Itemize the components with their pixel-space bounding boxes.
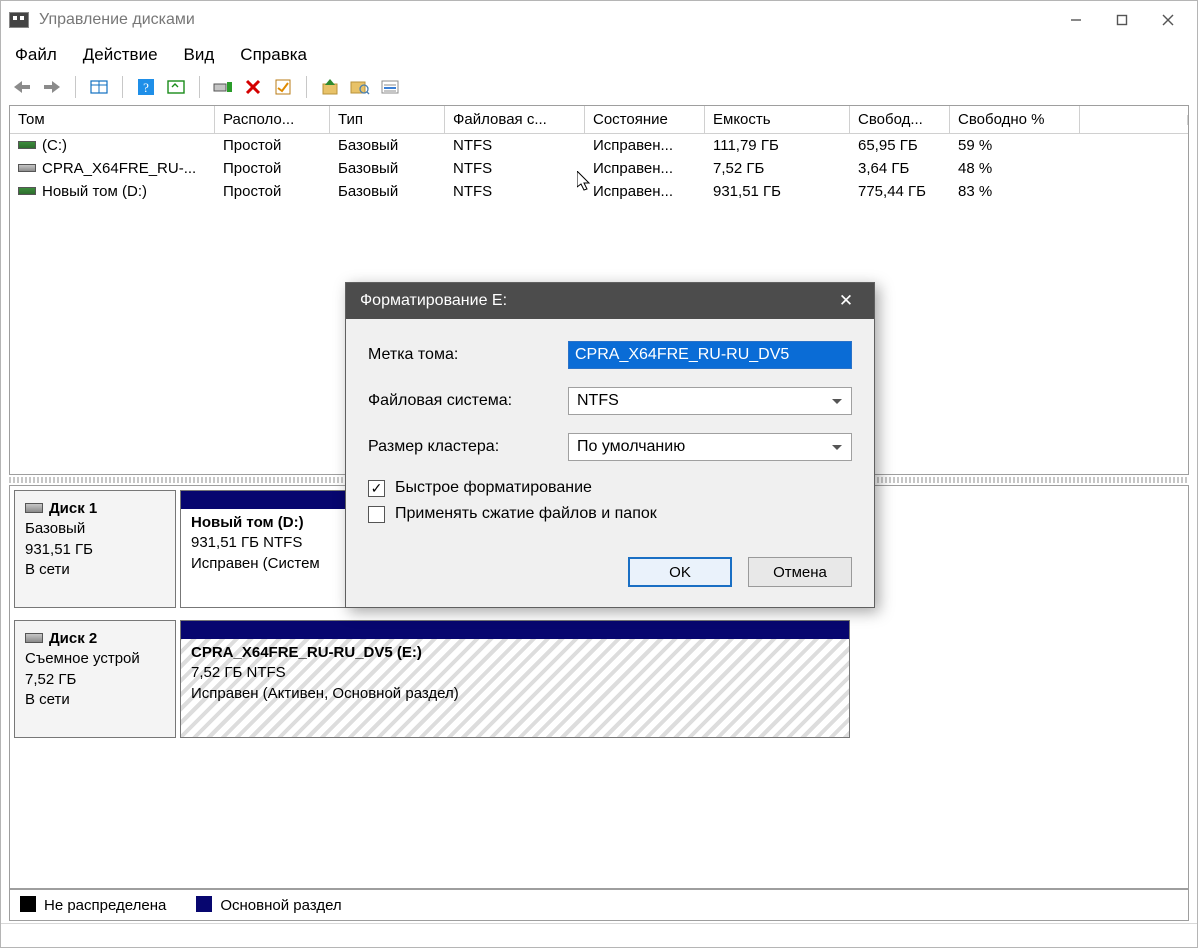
menu-view[interactable]: Вид [184, 45, 215, 65]
disk-row: Диск 2 Съемное устрой 7,52 ГБ В сети CPR… [12, 618, 1186, 748]
enable-compression-label: Применять сжатие файлов и папок [395, 505, 657, 523]
col-type[interactable]: Тип [330, 106, 445, 133]
close-button[interactable] [1145, 5, 1191, 35]
col-volume[interactable]: Том [10, 106, 215, 133]
forward-icon[interactable] [39, 75, 65, 99]
cluster-size-select[interactable]: По умолчанию [568, 433, 852, 461]
menu-file[interactable]: Файл [15, 45, 57, 65]
list-select-icon[interactable] [377, 75, 403, 99]
connect-icon[interactable] [210, 75, 236, 99]
label-filesystem: Файловая система: [368, 392, 568, 410]
menu-action[interactable]: Действие [83, 45, 158, 65]
col-layout[interactable]: Располо... [215, 106, 330, 133]
col-freepct[interactable]: Свободно % [950, 106, 1080, 133]
minimize-button[interactable] [1053, 5, 1099, 35]
quick-format-label: Быстрое форматирование [395, 479, 592, 497]
volume-row[interactable]: (C:)ПростойБазовыйNTFSИсправен...111,79 … [10, 134, 1188, 157]
svg-text:?: ? [143, 80, 149, 95]
disk-icon [25, 503, 43, 513]
menu-help[interactable]: Справка [240, 45, 307, 65]
window-title: Управление дисками [39, 11, 1053, 29]
up-arrow-icon[interactable] [317, 75, 343, 99]
filesystem-select[interactable]: NTFS [568, 387, 852, 415]
label-cluster: Размер кластера: [368, 438, 568, 456]
disk-icon [25, 633, 43, 643]
disk-label[interactable]: Диск 2 Съемное устрой 7,52 ГБ В сети [14, 620, 176, 738]
folder-search-icon[interactable] [347, 75, 373, 99]
properties-check-icon[interactable] [270, 75, 296, 99]
cancel-button[interactable]: Отмена [748, 557, 852, 587]
statusbar [1, 923, 1197, 947]
legend-primary: Основной раздел [196, 896, 341, 914]
titlebar: Управление дисками [1, 1, 1197, 39]
dialog-titlebar[interactable]: Форматирование E: ✕ [346, 283, 874, 319]
maximize-button[interactable] [1099, 5, 1145, 35]
volume-list-header: Том Располо... Тип Файловая с... Состоян… [10, 106, 1188, 134]
legend-unallocated: Не распределена [20, 896, 166, 914]
col-free[interactable]: Свобод... [850, 106, 950, 133]
disk-label[interactable]: Диск 1 Базовый 931,51 ГБ В сети [14, 490, 176, 608]
disk-partition[interactable]: CPRA_X64FRE_RU-RU_DV5 (E:) 7,52 ГБ NTFS … [180, 620, 850, 738]
delete-icon[interactable] [240, 75, 266, 99]
col-status[interactable]: Состояние [585, 106, 705, 133]
volume-row[interactable]: Новый том (D:)ПростойБазовыйNTFSИсправен… [10, 180, 1188, 203]
label-volume-name: Метка тома: [368, 346, 568, 364]
legend: Не распределена Основной раздел [9, 889, 1189, 921]
app-icon [9, 12, 29, 28]
partition-stripe [181, 621, 849, 639]
format-dialog: Форматирование E: ✕ Метка тома: Файловая… [345, 282, 875, 608]
menubar: Файл Действие Вид Справка [1, 39, 1197, 75]
dialog-close-icon[interactable]: ✕ [828, 291, 864, 311]
view-list-icon[interactable] [86, 75, 112, 99]
ok-button[interactable]: OK [628, 557, 732, 587]
toolbar: ? [1, 75, 1197, 105]
quick-format-checkbox[interactable] [368, 480, 385, 497]
col-fs[interactable]: Файловая с... [445, 106, 585, 133]
dialog-title: Форматирование E: [360, 292, 828, 310]
volume-row[interactable]: CPRA_X64FRE_RU-...ПростойБазовыйNTFSИспр… [10, 157, 1188, 180]
col-capacity[interactable]: Емкость [705, 106, 850, 133]
enable-compression-checkbox[interactable] [368, 506, 385, 523]
help-icon[interactable]: ? [133, 75, 159, 99]
refresh-icon[interactable] [163, 75, 189, 99]
back-icon[interactable] [9, 75, 35, 99]
volume-label-input[interactable] [568, 341, 852, 369]
